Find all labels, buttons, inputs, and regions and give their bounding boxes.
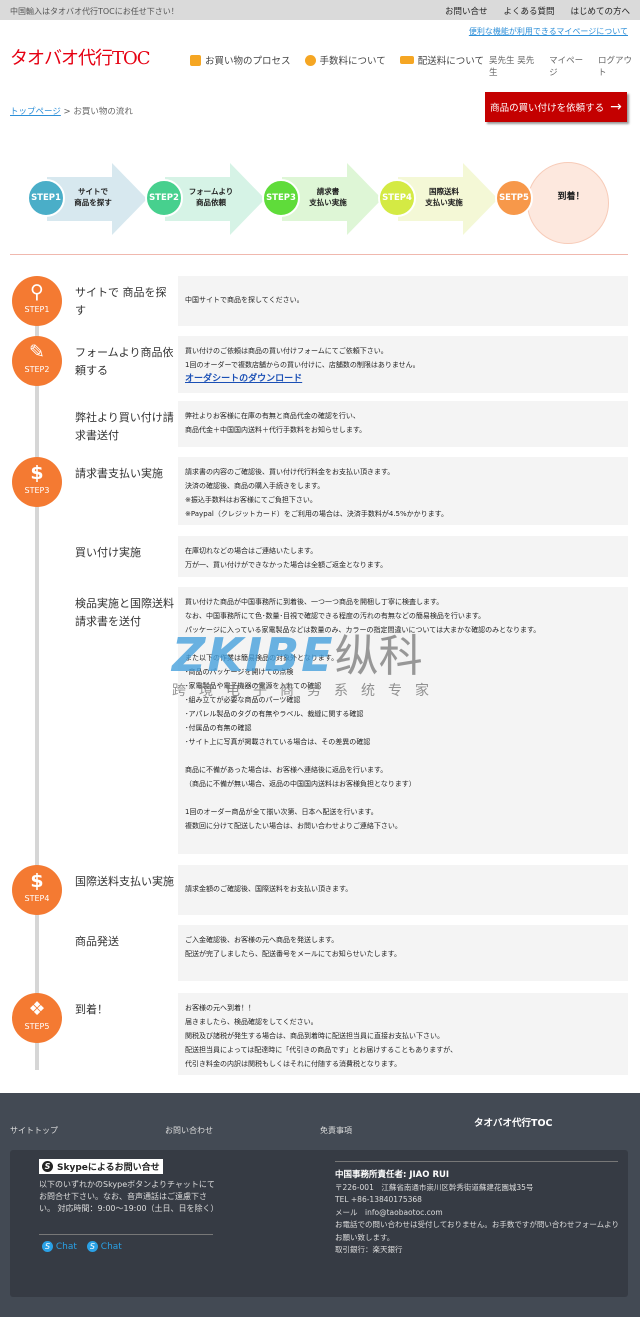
breadcrumb-current: お買い物の流れ (73, 107, 133, 117)
row-title: 買い付け実施 (75, 546, 141, 559)
step-badge: ✎ STEP2 (12, 336, 62, 386)
footer-link-disclaimer[interactable]: 免責事項 (320, 1125, 352, 1136)
tagline: 中国輸入はタオバオ代行TOCにお任せ下さい！ (10, 7, 179, 16)
row-description: 請求金額のご確認後、国際送料をお支払い頂きます。 (178, 865, 628, 915)
row-description: 買い付けた商品が中国事務所に到着後、一つ一つ商品を開梱し丁寧に検査します。 なお、… (178, 587, 628, 854)
row-description: ご入金確認後、お客様の元へ商品を発送します。 配送が完了しましたら、配送番号をメー… (178, 925, 628, 981)
step-label: 国際送料 支払い実施 (425, 187, 463, 207)
step-circle: STEP3 (262, 179, 300, 217)
office-title: 中国事務所責任者: JIAO RUI (335, 1170, 450, 1180)
mypage-info-link[interactable]: 便利な機能が利用できるマイページについて (469, 26, 628, 37)
row-title: 検品実施と国際送料請求書を送付 (75, 597, 174, 628)
shopping-bag-icon (190, 54, 201, 66)
main-nav: お買い物のプロセス 手数料について 配送料について (190, 53, 484, 67)
row-title: フォームより商品依頼する (75, 346, 174, 377)
row-description: 中国サイトで商品を探してください。 (178, 276, 628, 326)
skype-icon: S (42, 1241, 53, 1252)
nav-fees[interactable]: 手数料について (304, 53, 386, 67)
price-tag-icon: $ (30, 462, 44, 484)
top-link-contact[interactable]: お問い合せ (445, 5, 488, 17)
smiley-face-icon (527, 162, 609, 244)
row-description: お客様の元へ到着！！ 届きましたら、検品確認をしてください。 関税及び諸税が発生する… (178, 993, 628, 1075)
nav-shopping-process[interactable]: お買い物のプロセス (190, 53, 291, 67)
timeline-line (35, 300, 39, 1070)
top-bar: 中国輸入はタオバオ代行TOCにお任せ下さい！ お問い合せ よくある質問 はじめて… (0, 0, 640, 20)
step-label: サイトで 商品を探す (74, 187, 112, 207)
arrow-right-icon: → (610, 99, 622, 115)
search-icon: ⚲ (30, 281, 44, 303)
footer-brand: タオバオ代行TOC (474, 1118, 553, 1129)
top-link-beginners[interactable]: はじめての方へ (570, 5, 630, 17)
row-description: 弊社よりお客様に在庫の有無と商品代金の確認を行い、 商品代金＋中国国内送料＋代行手… (178, 401, 628, 447)
step-badge: ❖ STEP5 (12, 993, 62, 1043)
step-circle: STEP1 (27, 179, 65, 217)
step-label: 到着！ (557, 192, 585, 202)
user-name[interactable]: 吴先生 吴先生 (489, 54, 542, 78)
skype-chat-button[interactable]: S Chat (86, 1241, 122, 1252)
logout-link[interactable]: ログアウト (598, 54, 640, 78)
user-menu: 吴先生 吴先生 マイページ ログアウト (489, 54, 640, 78)
footer: サイトトップ お問い合わせ 免責事項 タオバオ代行TOC S Skypeによるお問… (0, 1093, 640, 1317)
step-circle: STEP2 (145, 179, 183, 217)
top-links: お問い合せ よくある質問 はじめての方へ (445, 5, 630, 17)
step-banner: STEP1 サイトで 商品を探す STEP2 フォームより 商品依頼 STEP3 請求書 支払い… (0, 160, 640, 244)
row-description: 請求書の内容のご確認後、買い付け代行料金をお支払い頂きます。 決済の確認後、商品の… (178, 457, 628, 525)
breadcrumb: トップページ > お買い物の流れ (10, 107, 133, 117)
fee-icon (304, 54, 316, 66)
step-label: フォームより 商品依頼 (188, 187, 234, 207)
divider (335, 1161, 618, 1162)
step-circle: SETP5 (495, 179, 533, 217)
step-label: 請求書 支払い実施 (309, 187, 347, 207)
open-box-icon: ❖ (28, 998, 46, 1020)
row-title: 弊社より買い付け請求書送付 (75, 411, 174, 442)
step-badge: ⚲ STEP1 (12, 276, 62, 326)
step-badge: $ STEP4 (12, 865, 62, 915)
step-badge: $ STEP3 (12, 457, 62, 507)
truck-icon (399, 56, 414, 64)
row-title: 商品発送 (75, 935, 119, 948)
logo[interactable]: タオバオ代行TOC (10, 44, 151, 70)
footer-info-panel: S Skypeによるお問い合せ 以下のいずれかのSkypeボタンよりチャットにてお… (10, 1150, 628, 1297)
footer-link-contact[interactable]: お問い合わせ (165, 1125, 213, 1136)
footer-link-top[interactable]: サイトトップ (10, 1125, 58, 1136)
breadcrumb-home[interactable]: トップページ (10, 107, 61, 117)
office-email: メール info@taobaotoc.com (335, 1207, 443, 1217)
row-description: 買い付けのご依頼は商品の買い付けフォームにてご依頼下さい。 1回のオーダーで複数店… (178, 336, 628, 393)
row-description: 在庫切れなどの場合はご連絡いたします。 万が一、買い付けができなかった場合は全額ご… (178, 536, 628, 577)
step-circle: STEP4 (378, 179, 416, 217)
request-purchase-button[interactable]: 商品の買い付けを依頼する → (485, 92, 627, 122)
nav-shipping[interactable]: 配送料について (399, 53, 484, 67)
skype-heading: S Skypeによるお問い合せ (39, 1159, 163, 1174)
office-info: 中国事務所責任者: JIAO RUI 〒226-001 江蘇省南通市崇川区幹秀街… (335, 1170, 619, 1254)
pencil-icon: ✎ (29, 341, 45, 363)
skype-icon: S (42, 1161, 53, 1172)
mypage-link[interactable]: マイページ (549, 54, 591, 78)
divider (10, 254, 628, 255)
divider (39, 1234, 213, 1235)
row-title: 請求書支払い実施 (75, 467, 163, 480)
skype-chat-button[interactable]: S Chat (42, 1241, 77, 1252)
skype-chat-buttons: S Chat S Chat (42, 1241, 122, 1252)
skype-icon: S (86, 1241, 98, 1252)
order-sheet-download-link[interactable]: オーダシートのダウンロード (185, 374, 302, 384)
row-title: サイトで 商品を探す (75, 286, 167, 317)
row-title: 国際送料支払い実施 (75, 875, 174, 888)
row-title: 到着！ (75, 1003, 108, 1016)
top-link-faq[interactable]: よくある質問 (503, 5, 554, 17)
skype-description: 以下のいずれかのSkypeボタンよりチャットにてお問合せ下さい。なお、音声通話は… (39, 1180, 219, 1213)
price-tag-icon: $ (30, 870, 44, 892)
